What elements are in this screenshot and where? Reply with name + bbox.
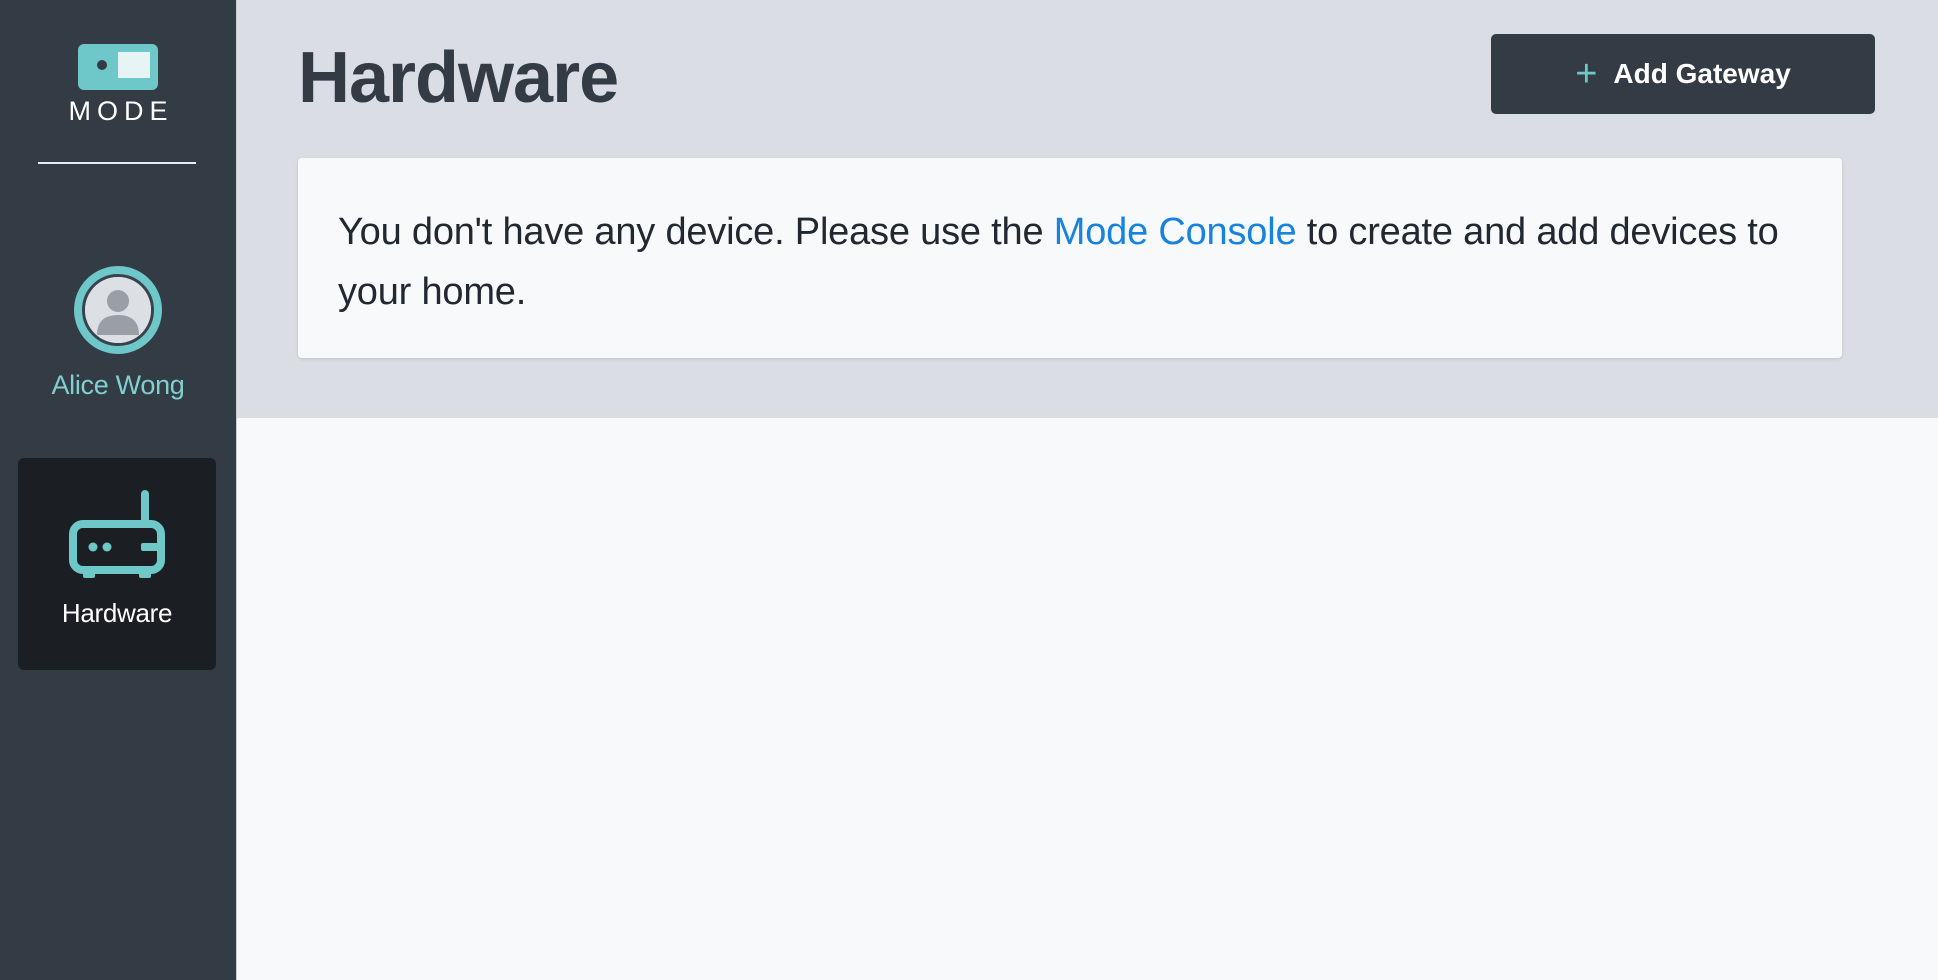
sidebar-divider bbox=[38, 162, 196, 164]
app-window: MODE Alice Wong Hardware Hardware + Add … bbox=[0, 0, 1938, 980]
profile-name[interactable]: Alice Wong bbox=[51, 370, 184, 401]
router-icon bbox=[69, 490, 165, 578]
main-content: Hardware + Add Gateway You don't have an… bbox=[236, 0, 1938, 980]
sidebar-item-label: Hardware bbox=[61, 598, 173, 628]
brand-logo[interactable]: MODE bbox=[0, 44, 236, 127]
avatar[interactable] bbox=[74, 266, 162, 354]
add-gateway-label: Add Gateway bbox=[1613, 58, 1791, 89]
user-avatar-icon bbox=[85, 277, 151, 343]
page-title: Hardware bbox=[298, 38, 619, 118]
toggle-switch-icon bbox=[78, 44, 158, 90]
user-profile[interactable]: Alice Wong bbox=[0, 266, 236, 401]
brand-name: MODE bbox=[68, 96, 174, 126]
sidebar-item-hardware[interactable]: Hardware bbox=[18, 458, 216, 670]
sidebar: MODE Alice Wong Hardware bbox=[0, 0, 236, 980]
page-header: Hardware + Add Gateway You don't have an… bbox=[237, 0, 1938, 418]
empty-state-text-before: You don't have any device. Please use th… bbox=[338, 211, 1054, 253]
mode-console-link[interactable]: Mode Console bbox=[1054, 211, 1297, 253]
empty-state-message: You don't have any device. Please use th… bbox=[338, 202, 1802, 322]
plus-icon: + bbox=[1575, 53, 1598, 95]
add-gateway-button[interactable]: + Add Gateway bbox=[1491, 34, 1875, 114]
empty-state-card: You don't have any device. Please use th… bbox=[298, 158, 1842, 358]
